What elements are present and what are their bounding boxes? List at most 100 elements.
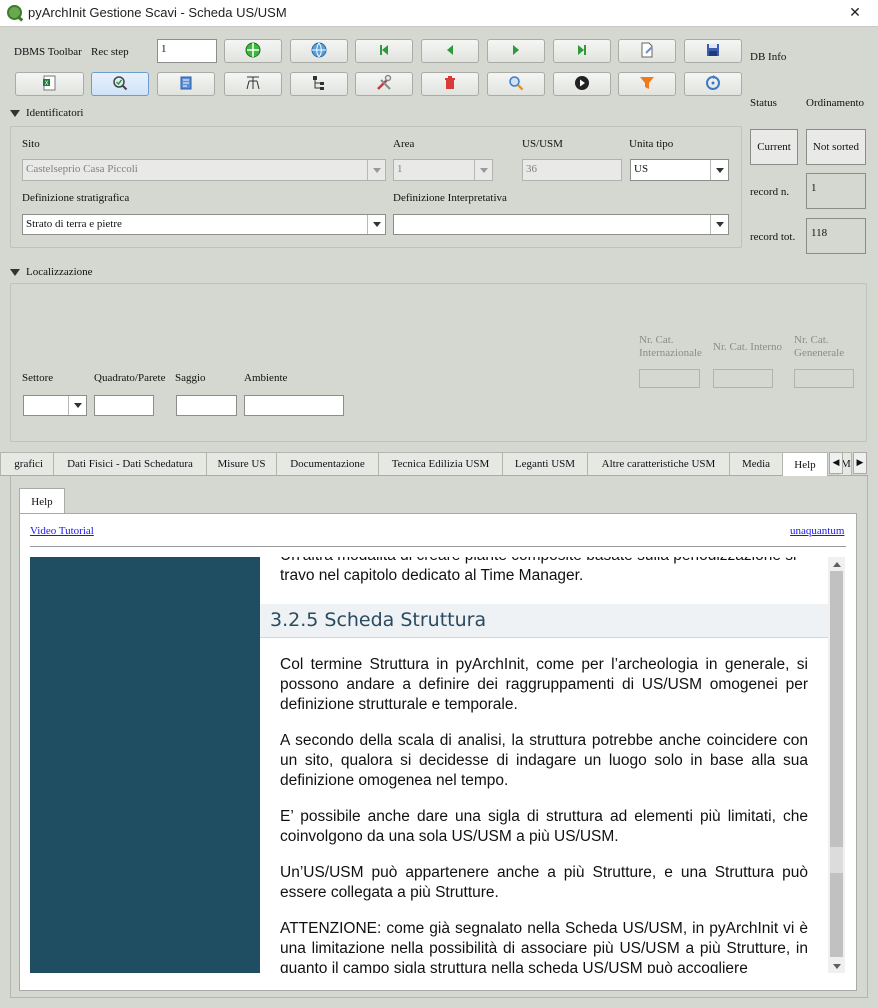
new-record-icon	[638, 41, 656, 62]
save-icon	[704, 41, 722, 62]
help-subtab[interactable]: Help	[19, 488, 65, 514]
play-button[interactable]	[553, 72, 611, 96]
title-bar: pyArchInit Gestione Scavi - Scheda US/US…	[0, 0, 878, 27]
tab-documentazione[interactable]: Documentazione	[276, 452, 379, 475]
last-record-button[interactable]	[553, 39, 611, 63]
def-strat-combo[interactable]: Strato di terra e pietre	[22, 214, 386, 235]
record-tot-value: 118	[806, 218, 866, 254]
video-tutorial-link[interactable]: Video Tutorial	[30, 525, 94, 537]
delete-icon	[441, 74, 459, 95]
settore-combo[interactable]	[23, 395, 87, 416]
divider	[30, 546, 846, 547]
first-record-button[interactable]	[355, 39, 413, 63]
area-value: 1	[397, 163, 403, 175]
first-record-icon	[375, 41, 393, 62]
help-document-view[interactable]: Un'altra modalità di creare piante compo…	[30, 557, 828, 973]
doc-scrollbar[interactable]	[828, 557, 845, 973]
tree-button[interactable]	[290, 72, 348, 96]
export-icon: X	[41, 74, 59, 95]
quadrato-label: Quadrato/Parete	[94, 372, 166, 384]
area-label: Area	[393, 138, 415, 150]
saggio-label: Saggio	[175, 372, 206, 384]
nr-cat-interno-field	[713, 369, 773, 388]
scroll-up-icon[interactable]	[828, 557, 845, 571]
scrollbar-track-lower	[830, 873, 843, 957]
prev-record-icon	[441, 41, 459, 62]
tab-media[interactable]: Media	[729, 452, 783, 475]
report-button[interactable]	[157, 72, 215, 96]
save-button[interactable]	[684, 39, 742, 63]
matrix-button[interactable]	[224, 72, 282, 96]
unita-tipo-value: US	[634, 163, 649, 175]
tab-scroll-right-button[interactable]: ▶	[853, 452, 867, 474]
doc-paragraph-4: Un’US/USM può appartenere anche a più St…	[280, 864, 808, 901]
tab-altre-caratteristiche[interactable]: Altre caratteristiche USM	[587, 452, 730, 475]
refresh-button[interactable]	[684, 72, 742, 96]
export-button[interactable]: X	[15, 72, 84, 96]
us-usm-label: US/USM	[522, 138, 563, 150]
area-combo: 1	[393, 159, 493, 181]
ambiente-field[interactable]	[244, 395, 344, 416]
tab-help[interactable]: Help	[782, 452, 828, 476]
doc-partial-line: Un'altra modalità di creare piante compo…	[280, 557, 808, 566]
def-interp-combo[interactable]	[393, 214, 729, 235]
nr-cat-gen-label: Nr. Cat. Genenerale	[794, 334, 845, 359]
collapse-arrow-icon	[10, 109, 20, 117]
connect-icon	[244, 41, 262, 62]
status-current-button[interactable]: Current	[750, 129, 798, 165]
prev-record-button[interactable]	[421, 39, 479, 63]
check-icon	[111, 74, 129, 95]
localizzazione-title: Localizzazione	[26, 266, 93, 278]
new-record-button[interactable]	[618, 39, 676, 63]
tab-bar: grafici Dati Fisici - Dati Schedatura Mi…	[0, 452, 868, 476]
window-title: pyArchInit Gestione Scavi - Scheda US/US…	[28, 5, 287, 20]
chevron-down-icon	[710, 160, 728, 180]
delete-button[interactable]	[421, 72, 479, 96]
chevron-down-icon	[367, 160, 385, 180]
nr-cat-int-label: Nr. Cat. Internazionale	[639, 334, 702, 359]
globe-button[interactable]	[290, 39, 348, 63]
tab-leganti[interactable]: Leganti USM	[502, 452, 588, 475]
ambiente-label: Ambiente	[244, 372, 288, 384]
rec-step-input[interactable]: 1	[157, 39, 217, 63]
identificatori-title: Identificatori	[26, 107, 84, 119]
identificatori-header[interactable]: Identificatori	[10, 107, 83, 119]
doc-paragraph-2: A secondo della scala di analisi, la str…	[280, 732, 808, 789]
sort-status-button[interactable]: Not sorted	[806, 129, 866, 165]
tab-dati-fisici[interactable]: Dati Fisici - Dati Schedatura	[53, 452, 207, 475]
close-button[interactable]: ✕	[832, 0, 878, 26]
tab-scroll-left-button[interactable]: ◀	[829, 452, 843, 474]
connect-button[interactable]	[224, 39, 282, 63]
chevron-down-icon	[474, 160, 492, 180]
filter-button[interactable]	[618, 72, 676, 96]
check-button[interactable]	[91, 72, 149, 96]
unita-tipo-combo[interactable]: US	[630, 159, 729, 181]
refresh-icon	[704, 74, 722, 95]
tab-misure-us[interactable]: Misure US	[206, 452, 277, 475]
status-bar	[0, 998, 878, 1008]
us-usm-field: 36	[522, 159, 622, 181]
sito-label: Sito	[22, 138, 40, 150]
scrollbar-thumb[interactable]	[830, 847, 843, 873]
localizzazione-panel: Settore Quadrato/Parete Saggio Ambiente …	[10, 283, 867, 442]
identificatori-panel: Sito Castelseprio Casa Piccoli Area 1 US…	[10, 126, 742, 248]
svg-text:X: X	[44, 80, 48, 87]
nr-cat-interno-label: Nr. Cat. Interno	[713, 341, 783, 353]
tab-grafici[interactable]: grafici	[0, 452, 54, 475]
doc-line: travo nel capitolo dedicato al Time Mana…	[280, 567, 584, 584]
saggio-field[interactable]	[176, 395, 237, 416]
scroll-down-icon[interactable]	[828, 959, 845, 973]
tools-button[interactable]	[355, 72, 413, 96]
unaquantum-link[interactable]: unaquantum	[790, 525, 844, 537]
tab-tecnica-edilizia[interactable]: Tecnica Edilizia USM	[378, 452, 503, 475]
localizzazione-header[interactable]: Localizzazione	[10, 266, 93, 278]
search-button[interactable]	[487, 72, 545, 96]
next-record-button[interactable]	[487, 39, 545, 63]
quadrato-field[interactable]	[94, 395, 154, 416]
qgis-logo-icon	[7, 5, 22, 20]
globe-icon	[310, 41, 328, 62]
nr-cat-int-field	[639, 369, 700, 388]
record-n-value: 1	[806, 173, 866, 209]
settore-label: Settore	[22, 372, 54, 384]
unita-tipo-label: Unita tipo	[629, 138, 674, 150]
